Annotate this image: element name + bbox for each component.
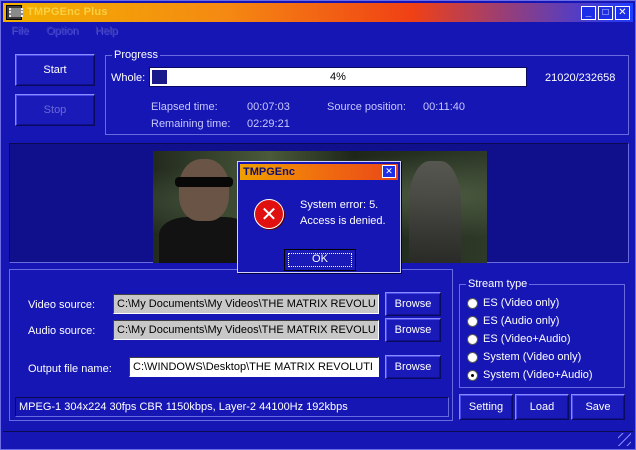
video-source-field[interactable]: C:\My Documents\My Videos\THE MATRIX REV… bbox=[113, 294, 379, 314]
output-file-label: Output file name: bbox=[28, 363, 112, 375]
audio-source-field[interactable]: C:\My Documents\My Videos\THE MATRIX REV… bbox=[113, 320, 379, 340]
stream-type-option[interactable]: System (Video+Audio) bbox=[467, 367, 593, 383]
dialog-close-button[interactable]: ✕ bbox=[382, 165, 396, 178]
error-message-line2: Access is denied. bbox=[300, 215, 386, 227]
elapsed-value: 00:07:03 bbox=[247, 101, 290, 113]
window-title: TMPGEnc Plus bbox=[27, 6, 108, 18]
dialog-title: TMPGEnc bbox=[243, 166, 295, 178]
title-bar[interactable]: TMPGEnc Plus _ □ ✕ bbox=[3, 3, 633, 22]
radio-button[interactable] bbox=[467, 297, 478, 309]
source-position-value: 00:11:40 bbox=[423, 101, 466, 113]
radio-button[interactable] bbox=[467, 351, 478, 363]
menu-help[interactable]: Help bbox=[95, 25, 118, 37]
format-info: MPEG-1 304x224 30fps CBR 1150kbps, Layer… bbox=[15, 397, 449, 417]
progress-bar: 4% bbox=[149, 67, 527, 87]
progress-group-label: Progress bbox=[112, 49, 161, 61]
status-bar bbox=[3, 431, 633, 448]
close-button[interactable]: ✕ bbox=[615, 6, 630, 20]
browse-audio-button[interactable]: Browse bbox=[385, 318, 441, 342]
browse-video-button[interactable]: Browse bbox=[385, 292, 441, 316]
dialog-title-bar[interactable]: TMPGEnc ✕ bbox=[240, 164, 398, 180]
save-button[interactable]: Save bbox=[571, 394, 625, 420]
main-window: TMPGEnc Plus _ □ ✕ File Option Help Star… bbox=[0, 0, 636, 450]
stream-type-option[interactable]: ES (Video+Audio) bbox=[467, 331, 571, 347]
ok-button[interactable]: OK bbox=[284, 249, 356, 271]
menu-file[interactable]: File bbox=[11, 25, 29, 37]
output-file-field[interactable]: C:\WINDOWS\Desktop\THE MATRIX REVOLUTI bbox=[129, 357, 379, 377]
error-icon: ✕ bbox=[254, 199, 284, 229]
stream-type-option[interactable]: ES (Audio only) bbox=[467, 313, 559, 329]
error-message-line1: System error: 5. bbox=[300, 199, 379, 211]
setting-button[interactable]: Setting bbox=[459, 394, 513, 420]
stream-type-option[interactable]: System (Video only) bbox=[467, 349, 581, 365]
frame-counter: 21020/232658 bbox=[545, 72, 616, 84]
maximize-button[interactable]: □ bbox=[598, 6, 613, 20]
stream-type-option-label: ES (Video+Audio) bbox=[483, 333, 571, 345]
video-source-label: Video source: bbox=[28, 299, 96, 311]
elapsed-label: Elapsed time: bbox=[151, 101, 218, 113]
resize-grip-icon[interactable] bbox=[618, 433, 631, 446]
menu-option[interactable]: Option bbox=[46, 25, 78, 37]
whole-label: Whole: bbox=[111, 72, 146, 84]
remaining-label: Remaining time: bbox=[151, 118, 231, 130]
progress-percent: 4% bbox=[330, 71, 346, 83]
stream-type-label: Stream type bbox=[466, 278, 530, 290]
stream-type-option-label: ES (Audio only) bbox=[483, 315, 560, 327]
browse-output-button[interactable]: Browse bbox=[385, 355, 441, 379]
stream-type-option[interactable]: ES (Video only) bbox=[467, 295, 559, 311]
film-icon bbox=[6, 5, 23, 20]
error-dialog: TMPGEnc ✕ ✕ System error: 5. Access is d… bbox=[237, 161, 401, 273]
minimize-button[interactable]: _ bbox=[581, 6, 596, 20]
stream-type-option-label: ES (Video only) bbox=[483, 297, 560, 309]
radio-button[interactable] bbox=[467, 333, 478, 345]
radio-button[interactable] bbox=[467, 315, 478, 327]
stream-type-option-label: System (Video only) bbox=[483, 351, 582, 363]
load-button[interactable]: Load bbox=[515, 394, 569, 420]
stop-button[interactable]: Stop bbox=[15, 94, 95, 126]
radio-button[interactable] bbox=[467, 369, 478, 381]
stream-type-option-label: System (Video+Audio) bbox=[483, 369, 593, 381]
remaining-value: 02:29:21 bbox=[247, 118, 290, 130]
audio-source-label: Audio source: bbox=[28, 325, 96, 337]
start-button[interactable]: Start bbox=[15, 54, 95, 86]
source-position-label: Source position: bbox=[327, 101, 406, 113]
